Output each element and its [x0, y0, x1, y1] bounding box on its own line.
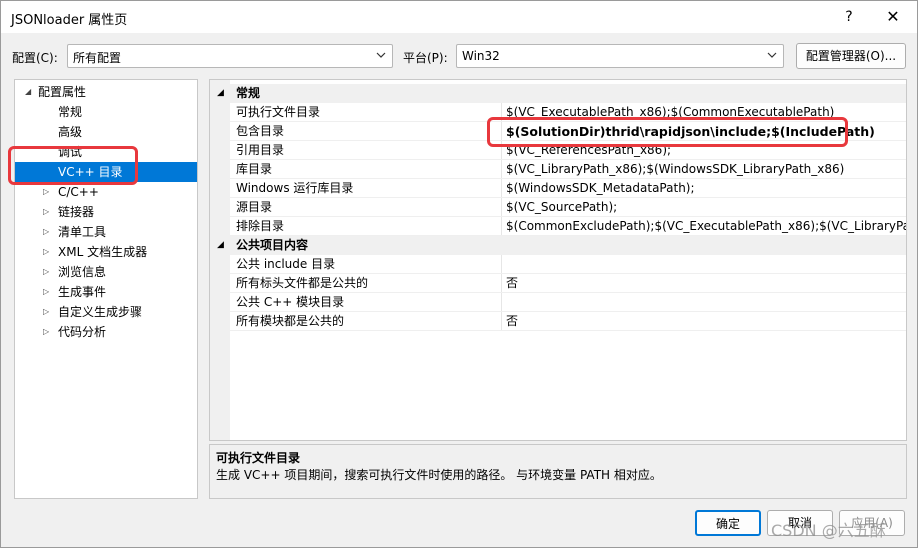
property-value[interactable]: 否 [506, 312, 518, 331]
highlight-box-include [487, 117, 848, 147]
config-label: 配置(C): [12, 51, 58, 65]
property-row[interactable]: Windows 运行库目录 $(WindowsSDK_MetadataPath)… [210, 179, 906, 198]
collapsed-triangle-icon[interactable]: ▷ [43, 322, 53, 342]
tree-item-browse-info[interactable]: ▷ 浏览信息 [15, 262, 197, 282]
close-button[interactable]: ✕ [873, 5, 913, 29]
window-title: JSONloader 属性页 [11, 13, 128, 28]
config-select[interactable]: 所有配置 [67, 44, 393, 68]
property-row[interactable]: 排除目录 $(CommonExcludePath);$(VC_Executabl… [210, 217, 906, 236]
property-row[interactable]: 公共 C++ 模块目录 [210, 293, 906, 312]
property-row[interactable]: 库目录 $(VC_LibraryPath_x86);$(WindowsSDK_L… [210, 160, 906, 179]
collapsed-triangle-icon[interactable]: ▷ [43, 222, 53, 242]
column-separator [501, 274, 502, 293]
platform-label: 平台(P): [403, 51, 448, 65]
chevron-down-icon [767, 52, 777, 58]
category-general[interactable]: ◢ 常规 [210, 84, 906, 103]
tree-item-general[interactable]: 常规 [15, 102, 197, 122]
row-divider [230, 330, 906, 331]
tree-item-advanced[interactable]: 高级 [15, 122, 197, 142]
tree-item-code-analysis[interactable]: ▷ 代码分析 [15, 322, 197, 342]
platform-select-value: Win32 [462, 49, 500, 63]
tree-item-c-cpp[interactable]: ▷ C/C++ [15, 182, 197, 202]
property-value[interactable]: $(VC_SourcePath); [506, 198, 617, 217]
property-name: 可执行文件目录 [236, 105, 321, 119]
column-separator [501, 293, 502, 312]
collapsed-triangle-icon[interactable]: ▷ [43, 262, 53, 282]
tree-item-manifest-tool[interactable]: ▷ 清单工具 [15, 222, 197, 242]
expanded-triangle-icon[interactable]: ◢ [217, 236, 224, 255]
property-name: Windows 运行库目录 [236, 181, 354, 195]
config-manager-button[interactable]: 配置管理器(O)... [796, 43, 906, 69]
config-select-value: 所有配置 [73, 51, 122, 65]
description-title: 可执行文件目录 [216, 451, 301, 465]
property-name: 库目录 [236, 162, 273, 176]
highlight-box-tree [8, 146, 138, 185]
tree-item-xml-doc-generator[interactable]: ▷ XML 文档生成器 [15, 242, 197, 262]
properties-dialog: JSONloader 属性页 ? ✕ 配置(C): 所有配置 平台(P): Wi… [0, 0, 918, 548]
property-row[interactable]: 所有标头文件都是公共的 否 [210, 274, 906, 293]
watermark-text: CSDN @六五酥 [771, 521, 886, 540]
property-value[interactable]: 否 [506, 274, 518, 293]
column-separator [501, 160, 502, 179]
help-button[interactable]: ? [829, 5, 869, 29]
expanded-triangle-icon[interactable]: ◢ [217, 84, 224, 103]
description-panel: 可执行文件目录 生成 VC++ 项目期间，搜索可执行文件时使用的路径。 与环境变… [209, 444, 907, 499]
property-row[interactable]: 所有模块都是公共的 否 [210, 312, 906, 331]
column-separator [501, 217, 502, 236]
property-value[interactable]: $(CommonExcludePath);$(VC_ExecutablePath… [506, 217, 906, 236]
property-name: 排除目录 [236, 219, 285, 233]
collapsed-triangle-icon[interactable]: ▷ [43, 302, 53, 322]
property-name: 所有标头文件都是公共的 [236, 276, 369, 290]
collapsed-triangle-icon[interactable]: ▷ [43, 182, 53, 202]
property-name: 所有模块都是公共的 [236, 314, 345, 328]
collapsed-triangle-icon[interactable]: ▷ [43, 242, 53, 262]
tree-root-config-properties[interactable]: ◢ 配置属性 [15, 82, 197, 102]
category-public-project-content[interactable]: ◢ 公共项目内容 [210, 236, 906, 255]
tree-item-linker[interactable]: ▷ 链接器 [15, 202, 197, 222]
title-bar: JSONloader 属性页 ? ✕ [1, 1, 917, 33]
description-text: 生成 VC++ 项目期间，搜索可执行文件时使用的路径。 与环境变量 PATH 相… [216, 468, 662, 482]
column-separator [501, 198, 502, 217]
tree-item-build-events[interactable]: ▷ 生成事件 [15, 282, 197, 302]
property-name: 公共 include 目录 [236, 257, 336, 271]
ok-button[interactable]: 确定 [695, 510, 761, 536]
column-separator [501, 312, 502, 331]
property-row[interactable]: 源目录 $(VC_SourcePath); [210, 198, 906, 217]
collapsed-triangle-icon[interactable]: ▷ [43, 202, 53, 222]
property-name: 源目录 [236, 200, 273, 214]
property-row[interactable]: 公共 include 目录 [210, 255, 906, 274]
tree-item-custom-build-step[interactable]: ▷ 自定义生成步骤 [15, 302, 197, 322]
property-value[interactable]: $(WindowsSDK_MetadataPath); [506, 179, 695, 198]
chevron-down-icon [376, 52, 386, 58]
collapsed-triangle-icon[interactable]: ▷ [43, 282, 53, 302]
category-tree: ◢ 配置属性 常规 高级 调试 VC++ 目录 ▷ C/C++ ▷ 链接器 ▷ … [14, 79, 198, 499]
column-separator [501, 255, 502, 274]
property-name: 引用目录 [236, 143, 285, 157]
expanded-triangle-icon: ◢ [25, 87, 32, 96]
column-separator [501, 179, 502, 198]
property-name: 包含目录 [236, 124, 285, 138]
property-value[interactable]: $(VC_LibraryPath_x86);$(WindowsSDK_Libra… [506, 160, 844, 179]
property-name: 公共 C++ 模块目录 [236, 295, 345, 309]
platform-select[interactable]: Win32 [456, 44, 784, 68]
